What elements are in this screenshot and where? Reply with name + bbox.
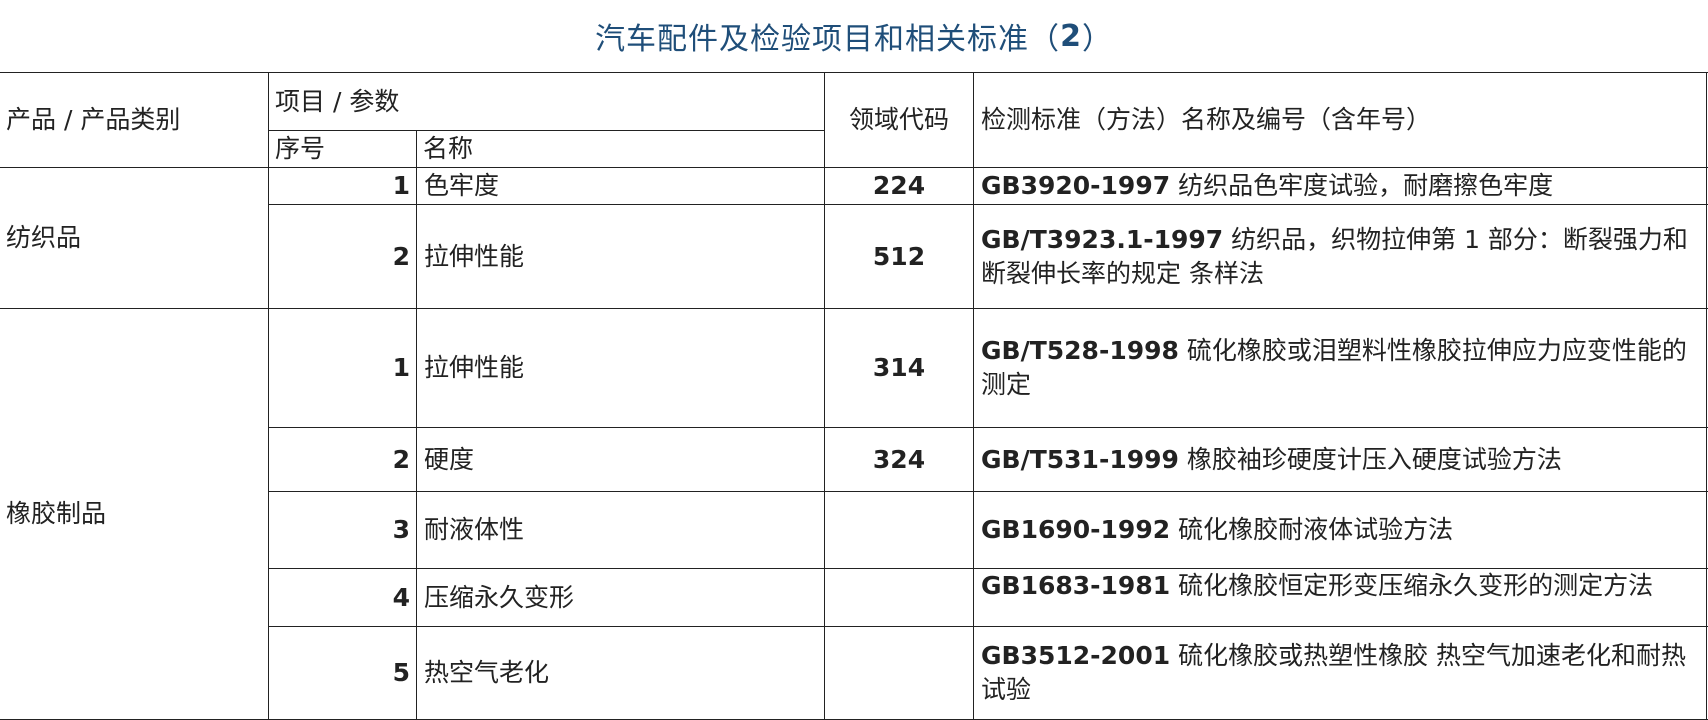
row-seq: 1	[392, 171, 410, 200]
row-name: 热空气老化	[424, 658, 550, 687]
header-field-code: 领域代码	[848, 105, 949, 134]
row-standard: GB1690-1992 硫化橡胶耐液体试验方法	[974, 492, 1706, 568]
row-seq: 1	[392, 353, 410, 382]
title-text: 汽车配件及检验项目和相关标准（	[595, 22, 1061, 57]
row-seq: 3	[392, 515, 410, 544]
row-name: 拉伸性能	[424, 353, 525, 382]
row-field-code: 324	[872, 444, 926, 474]
row-standard: GB/T528-1998 硫化橡胶或泪塑料性橡胶拉伸应力应变性能的测定	[974, 309, 1706, 427]
row-field-code: 224	[872, 171, 926, 200]
row-name: 硬度	[424, 444, 475, 474]
header-item-param: 项目 / 参数	[275, 86, 400, 116]
row-standard: GB3920-1997 纺织品色牢度试验，耐磨擦色牢度	[974, 168, 1706, 204]
standard-title: 硫化橡胶耐液体试验方法	[1170, 515, 1454, 544]
row-seq: 4	[392, 582, 410, 612]
standard-title: 硫化橡胶恒定形变压缩永久变形的测定方法	[1170, 571, 1654, 600]
row-name: 拉伸性能	[424, 241, 525, 271]
standard-number: GB1690-1992	[981, 515, 1171, 544]
row-standard: GB3512-2001 硫化橡胶或热塑性橡胶 热空气加速老化和耐热试验	[974, 627, 1706, 719]
row-seq: 2	[392, 241, 410, 271]
standard-number: GB/T3923.1-1997	[981, 224, 1224, 254]
row-name: 色牢度	[424, 171, 500, 200]
standard-title: 橡胶袖珍硬度计压入硬度试验方法	[1178, 444, 1562, 474]
standard-title: 纺织品色牢度试验，耐磨擦色牢度	[1170, 171, 1554, 200]
category-cell: 纺织品	[6, 223, 82, 252]
row-field-code	[825, 492, 973, 568]
row-name: 耐液体性	[424, 515, 525, 544]
header-standard: 检测标准（方法）名称及编号（含年号）	[981, 105, 1432, 134]
page-title: 汽车配件及检验项目和相关标准（ 2）	[0, 0, 1708, 72]
row-field-code	[825, 569, 973, 626]
standard-number: GB/T528-1998	[981, 336, 1179, 365]
header-name: 名称	[423, 134, 474, 163]
row-name: 压缩永久变形	[424, 582, 575, 612]
row-field-code: 314	[872, 353, 926, 382]
row-seq: 2	[392, 444, 410, 474]
standard-number: GB3920-1997	[981, 171, 1171, 200]
standard-number: GB1683-1981	[981, 571, 1171, 600]
standard-number: GB3512-2001	[981, 641, 1171, 670]
row-standard: GB1683-1981 硫化橡胶恒定形变压缩永久变形的测定方法	[974, 569, 1706, 626]
header-product: 产品 / 产品类别	[6, 105, 181, 134]
standard-number: GB/T531-1999	[981, 444, 1179, 474]
row-field-code	[825, 627, 973, 719]
category-cell: 橡胶制品	[6, 499, 107, 528]
header-seq: 序号	[275, 134, 326, 163]
row-field-code: 512	[872, 241, 926, 271]
row-seq: 5	[392, 658, 410, 687]
row-standard: GB/T3923.1-1997 纺织品，织物拉伸第 1 部分：断裂强力和断裂伸长…	[974, 205, 1706, 308]
table-right-border	[1706, 72, 1707, 720]
title-number: 2	[1060, 18, 1082, 54]
title-close: ）	[1081, 22, 1113, 57]
row-standard: GB/T531-1999 橡胶袖珍硬度计压入硬度试验方法	[974, 428, 1706, 491]
